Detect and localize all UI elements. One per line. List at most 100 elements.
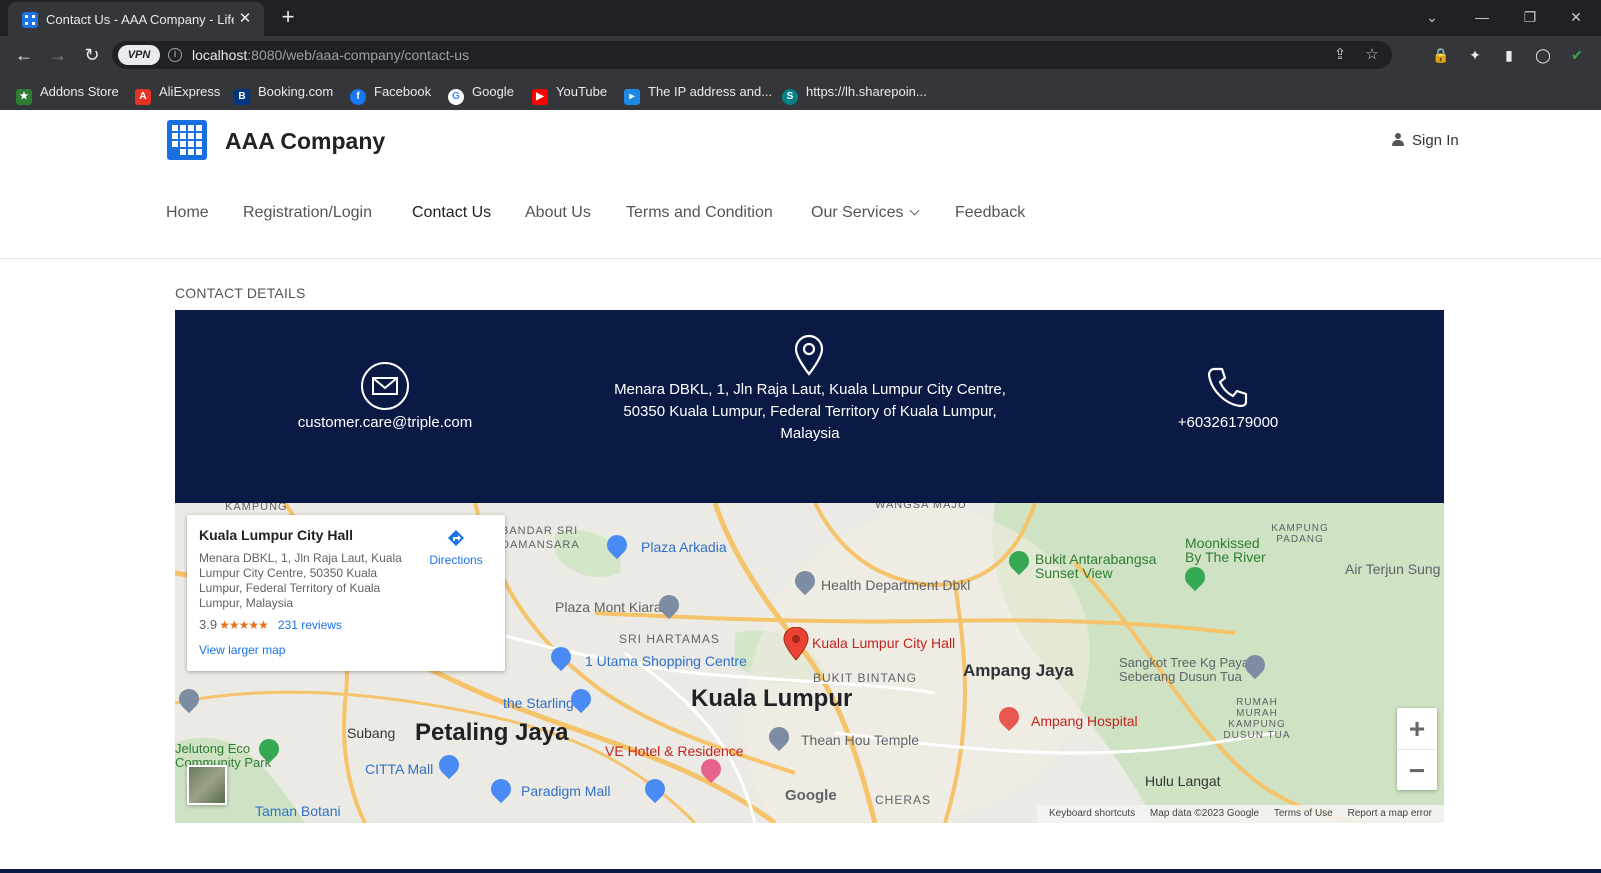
map-poi-1-utama[interactable]: 1 Utama Shopping Centre <box>585 653 747 669</box>
selected-location-marker-icon[interactable] <box>783 626 809 661</box>
map-label-cheras: CHERAS <box>875 793 932 807</box>
map-data-text: Map data ©2023 Google <box>1149 808 1260 819</box>
section-title: CONTACT DETAILS <box>175 285 306 301</box>
keyboard-shortcuts-link[interactable]: Keyboard shortcuts <box>1049 808 1135 819</box>
page-content: AAA Company Sign In Home Registration/Lo… <box>0 110 1601 873</box>
back-icon[interactable]: ← <box>12 44 36 66</box>
nav-about-us[interactable]: About Us <box>525 204 591 222</box>
new-tab-icon[interactable]: + <box>276 6 300 30</box>
nav-our-services[interactable]: Our Services <box>811 204 920 222</box>
report-map-error-link[interactable]: Report a map error <box>1348 808 1432 819</box>
restore-icon[interactable]: ❐ <box>1516 6 1544 30</box>
map-poi-by-the-river[interactable]: By The River <box>1185 549 1266 565</box>
map-label-city-hall[interactable]: Kuala Lumpur City Hall <box>812 635 955 651</box>
chevron-down-icon <box>910 205 920 216</box>
close-window-icon[interactable]: ✕ <box>1562 6 1590 30</box>
map-poi-paradigm-mall[interactable]: Paradigm Mall <box>521 783 610 799</box>
map-poi-ve-hotel[interactable]: VE Hotel & Residence <box>605 743 744 759</box>
map-poi-citta-mall[interactable]: CITTA Mall <box>365 761 433 777</box>
map-label-kampung-padang: KAMPUNG PADANG <box>1271 523 1329 545</box>
tab-search-icon[interactable]: ⌄ <box>1418 6 1446 30</box>
map-label-wangsa-maju: WANGSA MAJU <box>875 503 967 511</box>
map-poi-plaza-mont-kiara[interactable]: Plaza Mont Kiara <box>555 599 662 615</box>
map-poi-seberang-dusun-tua[interactable]: Seberang Dusun Tua <box>1119 669 1242 684</box>
extensions-puzzle-icon[interactable]: ✦ <box>1465 45 1485 65</box>
place-info-card: Kuala Lumpur City Hall Menara DBKL, 1, J… <box>187 515 505 671</box>
bookmark-aliexpress[interactable]: A AliExpress <box>135 83 220 105</box>
nav-registration-login[interactable]: Registration/Login <box>243 204 372 222</box>
extension-lock-icon[interactable]: 🔒 <box>1431 45 1451 65</box>
bookmark-google[interactable]: G Google <box>448 83 514 105</box>
map-label-bukit-bintang: BUKIT BINTANG <box>813 671 917 685</box>
share-icon[interactable]: ⇪ <box>1330 45 1350 65</box>
side-panel-icon[interactable]: ▮ <box>1499 45 1519 65</box>
directions-icon[interactable] <box>445 527 467 549</box>
rating-stars-icon: ★★★★★ <box>219 618 269 632</box>
nav-home[interactable]: Home <box>166 204 209 222</box>
nav-feedback[interactable]: Feedback <box>955 204 1025 222</box>
reviews-link[interactable]: 231 reviews <box>278 618 342 632</box>
company-logo-icon[interactable] <box>167 120 207 160</box>
nav-contact-us[interactable]: Contact Us <box>412 204 491 222</box>
map-poi-the-starling[interactable]: the Starling <box>503 695 574 711</box>
bookmark-ip-address[interactable]: ▸ The IP address and... <box>624 83 772 105</box>
map-zoom-control: + − <box>1397 708 1437 790</box>
map-poi-sunset-view[interactable]: Sunset View <box>1035 565 1113 581</box>
site-info-icon[interactable]: i <box>168 48 182 62</box>
map-poi-jelutong[interactable]: Jelutong Eco <box>175 741 250 756</box>
phone-icon <box>1205 364 1251 410</box>
google-icon: G <box>448 89 464 105</box>
map-label-ampang-jaya: Ampang Jaya <box>963 661 1074 680</box>
close-tab-icon[interactable]: ✕ <box>236 10 254 28</box>
url-text[interactable]: localhost:8080/web/aaa-company/contact-u… <box>192 47 469 63</box>
tab-title: Contact Us - AAA Company - Life <box>46 12 234 27</box>
site-favicon-icon <box>22 12 38 28</box>
address-bar[interactable]: VPN i localhost:8080/web/aaa-company/con… <box>112 41 1392 69</box>
map-label-subang: Subang <box>347 725 396 741</box>
map-poi-taman-botani[interactable]: Taman Botani <box>255 803 341 819</box>
map-label-damansara: DAMANSARA <box>501 539 580 551</box>
map-poi-air-terjun[interactable]: Air Terjun Sung <box>1345 561 1440 577</box>
terms-of-use-link[interactable]: Terms of Use <box>1274 808 1333 819</box>
view-larger-map-link[interactable]: View larger map <box>199 643 285 657</box>
bookmark-sharepoint[interactable]: Shttps://lh.sharepoin... <box>782 83 927 105</box>
map-attribution: Keyboard shortcuts Map data ©2023 Google… <box>1036 805 1444 823</box>
footer-strip <box>0 869 1601 873</box>
map-poi-plaza-arkadia[interactable]: Plaza Arkadia <box>641 539 727 555</box>
bookmark-booking[interactable]: B Booking.com <box>234 83 333 105</box>
google-logo: Google <box>785 787 837 804</box>
satellite-toggle-button[interactable] <box>187 765 227 805</box>
vpn-badge[interactable]: VPN <box>118 45 160 65</box>
youtube-icon: ▶ <box>532 89 548 105</box>
user-icon <box>1392 133 1404 147</box>
map-label-kampung: KAMPUNG <box>225 503 288 513</box>
nav-terms-and-condition[interactable]: Terms and Condition <box>626 204 773 222</box>
bookmark-youtube[interactable]: ▶ YouTube <box>532 83 607 105</box>
map-poi-thean-hou[interactable]: Thean Hou Temple <box>801 732 919 748</box>
forward-icon[interactable]: → <box>46 44 70 66</box>
reload-icon[interactable]: ↻ <box>80 44 104 66</box>
contact-phone[interactable]: +60326179000 <box>1143 412 1313 434</box>
sign-in-link[interactable]: Sign In <box>1392 132 1459 149</box>
map-poi-sangkot-tree[interactable]: Sangkot Tree Kg Paya <box>1119 655 1249 670</box>
directions-link[interactable]: Directions <box>425 553 487 567</box>
bookmark-facebook[interactable]: f Facebook <box>350 83 431 105</box>
ip-address-icon: ▸ <box>624 89 640 105</box>
minimize-icon[interactable]: — <box>1468 6 1496 30</box>
extension-check-icon[interactable]: ✔ <box>1567 45 1587 65</box>
map-poi-health-dept[interactable]: Health Department Dbkl <box>821 577 970 593</box>
company-name[interactable]: AAA Company <box>225 128 385 155</box>
booking-icon: B <box>234 89 250 105</box>
map-poi-ampang-hospital[interactable]: Ampang Hospital <box>1031 713 1138 729</box>
zoom-in-button[interactable]: + <box>1397 708 1437 749</box>
sharepoint-icon: S <box>782 89 798 105</box>
browser-tab-active[interactable]: Contact Us - AAA Company - Life ✕ <box>8 2 264 36</box>
bookmark-addons-store[interactable]: ★ Addons Store <box>16 83 119 105</box>
contact-email[interactable]: customer.care@triple.com <box>285 412 485 434</box>
profile-icon[interactable]: ◯ <box>1533 45 1553 65</box>
zoom-out-button[interactable]: − <box>1397 750 1437 791</box>
google-map[interactable]: KAMPUNG BANDAR SRI DAMANSARA WANGSA MAJU… <box>175 503 1444 823</box>
bookmark-star-icon[interactable]: ☆ <box>1362 45 1382 65</box>
map-label-rumah-murah: RUMAH MURAH KAMPUNG DUSUN TUA <box>1223 697 1291 741</box>
facebook-icon: f <box>350 89 366 105</box>
